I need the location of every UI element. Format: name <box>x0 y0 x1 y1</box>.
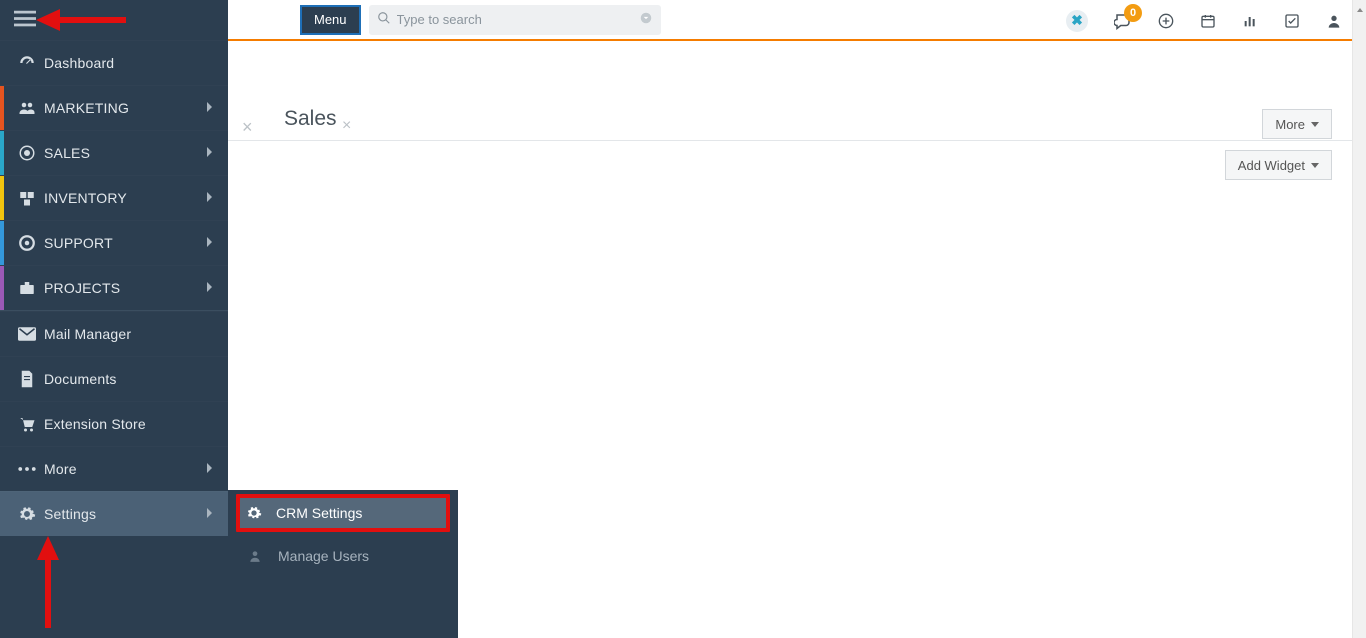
menu-button-label: Menu <box>314 12 347 27</box>
sidebar-label-documents: Documents <box>40 371 117 387</box>
notification-badge: 0 <box>1124 4 1142 22</box>
chevron-right-icon <box>206 190 214 206</box>
sidebar-label-mail: Mail Manager <box>40 326 131 342</box>
stripe <box>0 221 4 265</box>
sidebar-item-support[interactable]: SUPPORT <box>0 220 228 265</box>
search-input-wrap[interactable] <box>369 5 661 35</box>
calendar-button[interactable] <box>1200 13 1216 29</box>
stripe <box>0 86 4 130</box>
topbar-actions: ✖ 0 <box>1066 0 1342 41</box>
search-icon <box>377 11 391 28</box>
sidebar-item-settings[interactable]: Settings <box>0 491 228 536</box>
page-title: Sales <box>284 107 337 131</box>
sidebar-item-extension-store[interactable]: Extension Store <box>0 401 228 446</box>
chevron-right-icon <box>206 145 214 161</box>
lifering-icon <box>14 234 40 252</box>
more-button[interactable]: More <box>1262 109 1332 139</box>
sidebar-label-marketing: MARKETING <box>40 100 129 116</box>
sidebar-item-mail-manager[interactable]: Mail Manager <box>0 311 228 356</box>
briefcase-icon <box>14 279 40 297</box>
gear-icon <box>14 505 40 523</box>
envelope-icon <box>14 327 40 341</box>
submenu-label-users: Manage Users <box>270 548 369 564</box>
search-input[interactable] <box>391 12 639 27</box>
notifications-button[interactable]: 0 <box>1114 12 1132 30</box>
menu-button[interactable]: Menu <box>300 5 361 35</box>
quick-create-button[interactable] <box>1158 13 1174 29</box>
add-widget-label: Add Widget <box>1238 158 1305 173</box>
submenu-item-manage-users[interactable]: Manage Users <box>228 534 458 578</box>
sidebar-item-projects[interactable]: PROJECTS <box>0 265 228 310</box>
add-widget-button[interactable]: Add Widget <box>1225 150 1332 180</box>
tab-close-prev[interactable]: × <box>242 117 253 138</box>
chevron-right-icon <box>206 100 214 116</box>
sidebar-label-sales: SALES <box>40 145 90 161</box>
sidebar-label-extstore: Extension Store <box>40 416 146 432</box>
submenu-item-crm-settings[interactable]: CRM Settings <box>236 494 450 532</box>
user-menu-button[interactable] <box>1326 13 1342 29</box>
stripe <box>0 266 4 310</box>
stripe <box>0 131 4 175</box>
sidebar: Dashboard MARKETING SALES INVENTORY SUPP… <box>0 0 228 638</box>
settings-submenu: CRM Settings Manage Users <box>228 490 458 638</box>
dropdown-icon[interactable] <box>639 11 653 28</box>
caret-down-icon <box>1311 163 1319 168</box>
sidebar-label-more: More <box>40 461 77 477</box>
stripe <box>0 176 4 220</box>
gear-icon <box>246 505 268 521</box>
reports-button[interactable] <box>1242 13 1258 29</box>
logo-icon: ✖ <box>1066 10 1088 32</box>
sidebar-item-dashboard[interactable]: Dashboard <box>0 40 228 85</box>
tab-close[interactable]: × <box>342 117 351 135</box>
chevron-right-icon <box>206 506 214 522</box>
sidebar-label-support: SUPPORT <box>40 235 113 251</box>
tab-bar: × Sales × More <box>228 41 1352 141</box>
add-widget-wrap: Add Widget <box>1225 150 1332 180</box>
sidebar-item-sales[interactable]: SALES <box>0 130 228 175</box>
sidebar-label-inventory: INVENTORY <box>40 190 127 206</box>
user-icon <box>248 549 270 563</box>
submenu-label-crm: CRM Settings <box>268 505 362 521</box>
dashboard-icon <box>14 54 40 72</box>
sidebar-item-more[interactable]: More <box>0 446 228 491</box>
more-button-label: More <box>1275 117 1305 132</box>
tasks-button[interactable] <box>1284 13 1300 29</box>
cart-icon <box>14 415 40 433</box>
sidebar-label-dashboard: Dashboard <box>40 55 114 71</box>
users-icon <box>14 99 40 117</box>
target-icon <box>14 144 40 162</box>
app-logo[interactable]: ✖ <box>1066 10 1088 32</box>
scrollbar[interactable] <box>1352 0 1366 638</box>
sidebar-item-documents[interactable]: Documents <box>0 356 228 401</box>
ellipsis-icon <box>14 466 40 472</box>
sidebar-item-inventory[interactable]: INVENTORY <box>0 175 228 220</box>
topbar: Menu ✖ 0 <box>228 0 1352 41</box>
boxes-icon <box>14 189 40 207</box>
sidebar-toggle[interactable] <box>0 0 228 40</box>
scroll-up-icon <box>1356 2 1364 12</box>
chevron-right-icon <box>206 235 214 251</box>
caret-down-icon <box>1311 122 1319 127</box>
menu-icon <box>14 10 36 31</box>
chevron-right-icon <box>206 461 214 477</box>
chevron-right-icon <box>206 280 214 296</box>
sidebar-label-settings: Settings <box>40 506 96 522</box>
sidebar-item-marketing[interactable]: MARKETING <box>0 85 228 130</box>
document-icon <box>14 370 40 388</box>
sidebar-label-projects: PROJECTS <box>40 280 120 296</box>
